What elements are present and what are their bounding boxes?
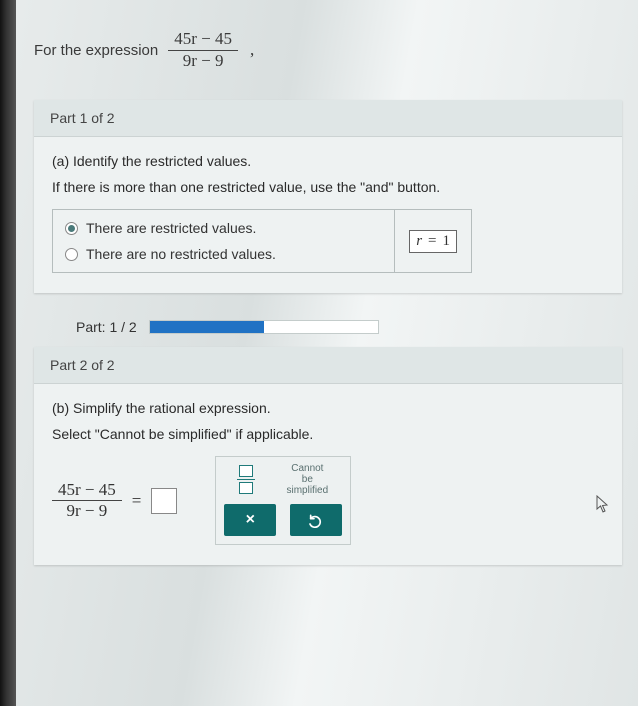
mouse-cursor-icon: [596, 495, 610, 513]
trailing-comma: ,: [250, 40, 254, 60]
fraction-tool-button[interactable]: [231, 465, 261, 494]
option-yes-row[interactable]: There are restricted values.: [65, 220, 382, 236]
intro-text: For the expression: [34, 42, 158, 59]
part2-hint: Select "Cannot be simplified" if applica…: [52, 426, 604, 442]
intro-fraction: 45r − 45 9r − 9: [168, 30, 238, 70]
undo-icon: [308, 512, 324, 528]
cannot-line2: be: [279, 474, 335, 485]
equals-sign: =: [132, 491, 142, 511]
part2-card: Part 2 of 2 (b) Simplify the rational ex…: [34, 347, 622, 565]
undo-button[interactable]: [290, 504, 342, 536]
option-no-row[interactable]: There are no restricted values.: [65, 246, 382, 262]
fraction-tool-bar-icon: [237, 479, 255, 480]
progress-bar: [149, 320, 379, 334]
part1-header: Part 1 of 2: [34, 100, 622, 137]
cannot-line1: Cannot: [279, 463, 335, 474]
radio-icon: [65, 248, 78, 261]
progress-area: Part: 1 / 2: [28, 319, 628, 335]
fraction-tool-top-icon: [239, 465, 253, 477]
tool-palette: Cannot be simplified ×: [215, 456, 351, 545]
close-icon: ×: [246, 511, 255, 529]
part1-hint: If there is more than one restricted val…: [52, 179, 604, 195]
part2-fraction: 45r − 45 9r − 9: [52, 481, 122, 521]
value-var: r: [416, 233, 422, 250]
part2-numerator: 45r − 45: [52, 481, 122, 500]
clear-button[interactable]: ×: [224, 504, 276, 536]
fraction-tool-bottom-icon: [239, 482, 253, 494]
part2-header: Part 2 of 2: [34, 347, 622, 384]
option-no-label: There are no restricted values.: [86, 246, 276, 262]
radio-icon: [65, 222, 78, 235]
progress-label: Part: 1 / 2: [76, 319, 137, 335]
simplify-row: 45r − 45 9r − 9 = Cannot: [52, 456, 604, 545]
option-yes-label: There are restricted values.: [86, 220, 256, 236]
part1-card: Part 1 of 2 (a) Identify the restricted …: [34, 100, 622, 293]
value-cell: r = 1: [394, 210, 471, 272]
part2-denominator: 9r − 9: [61, 502, 114, 521]
cannot-line3: simplified: [279, 485, 335, 496]
window-left-edge: [0, 0, 16, 706]
part1-prompt: (a) Identify the restricted values.: [52, 153, 604, 169]
answer-input[interactable]: [151, 488, 177, 514]
cannot-simplify-button[interactable]: Cannot be simplified: [279, 463, 335, 496]
progress-fill: [150, 321, 264, 333]
restricted-value-input[interactable]: r = 1: [409, 230, 457, 253]
part2-prompt: (b) Simplify the rational expression.: [52, 400, 604, 416]
intro-numerator: 45r − 45: [168, 30, 238, 49]
problem-statement: For the expression 45r − 45 9r − 9 ,: [28, 0, 628, 94]
value-num: 1: [443, 233, 451, 250]
intro-denominator: 9r − 9: [177, 52, 230, 71]
restricted-values-options: There are restricted values. There are n…: [52, 209, 472, 273]
value-eq: =: [428, 233, 436, 250]
